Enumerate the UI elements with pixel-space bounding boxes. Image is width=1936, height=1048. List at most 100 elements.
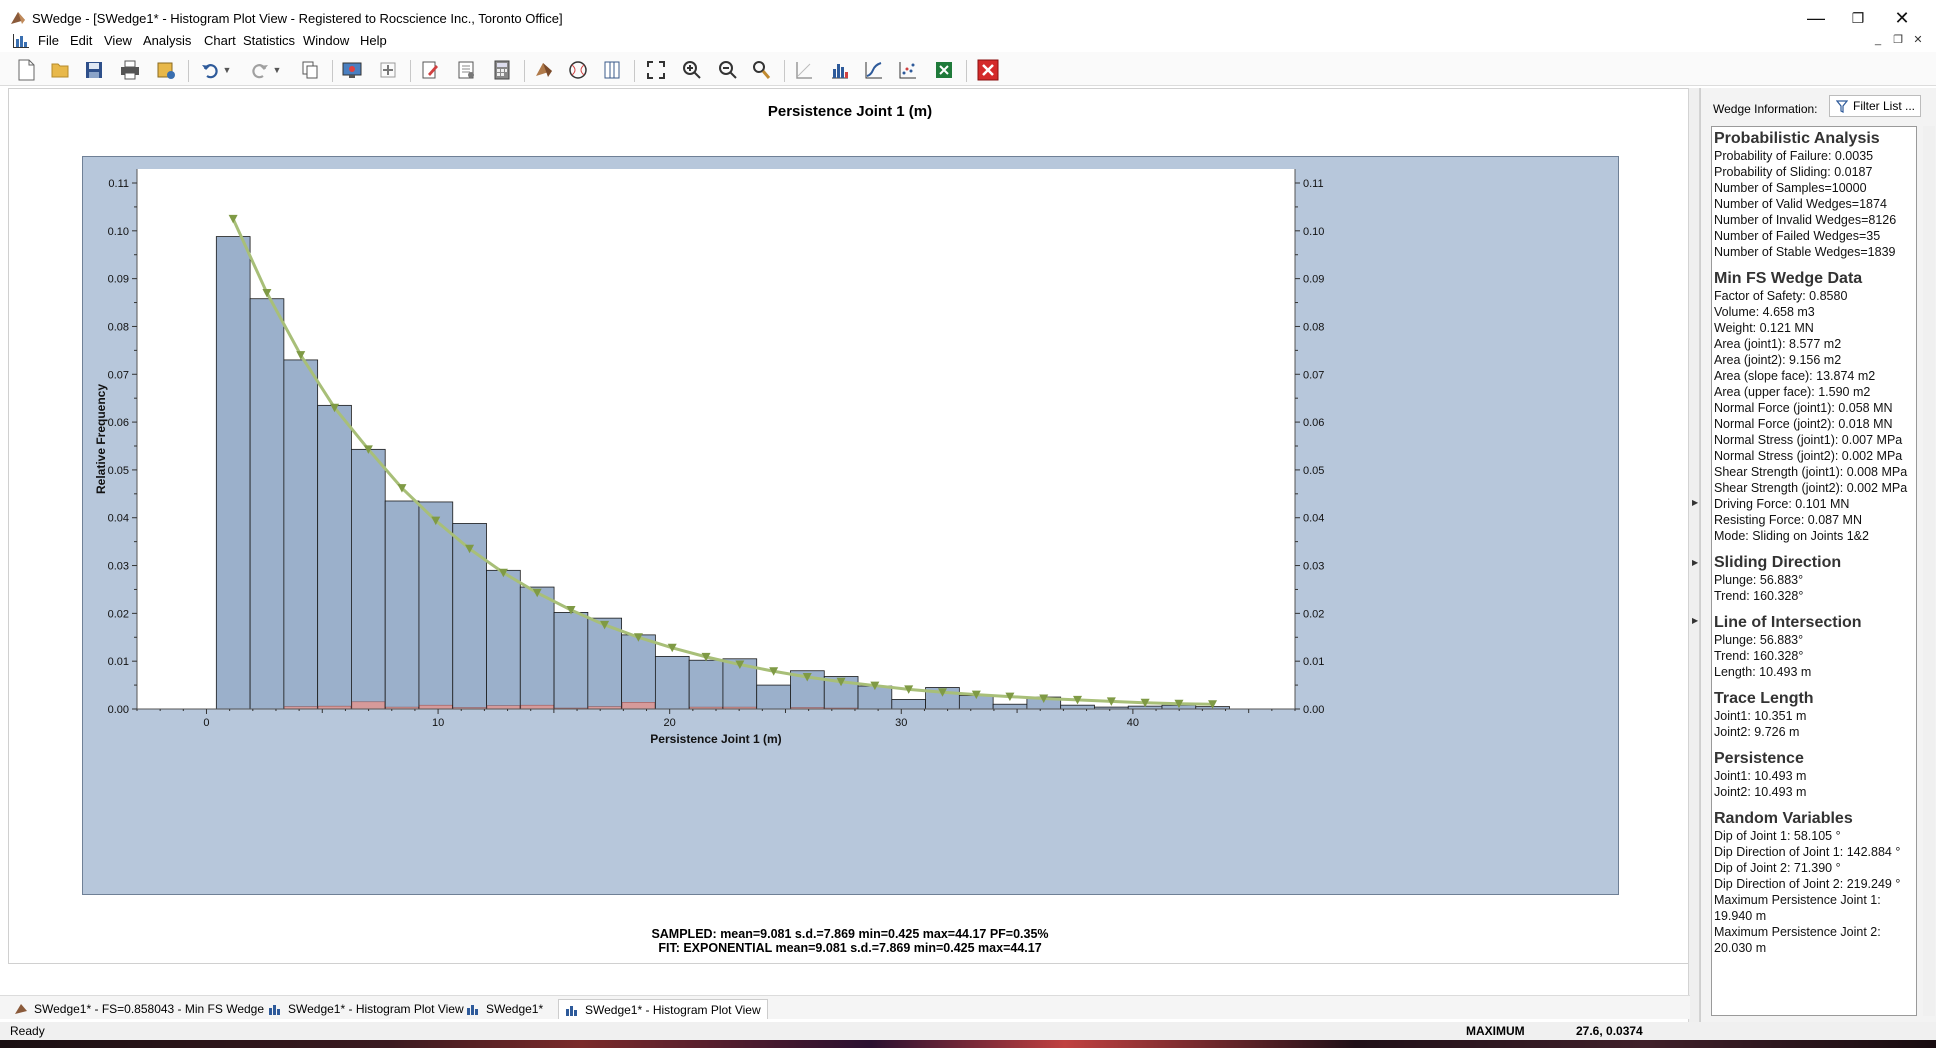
toolbar-separator — [634, 60, 635, 82]
filter-list-button[interactable]: Filter List ... — [1829, 95, 1921, 117]
info-section-title: Trace Length — [1714, 690, 1814, 707]
export-image-icon[interactable] — [152, 57, 180, 83]
edit-icon[interactable] — [416, 57, 444, 83]
histogram-icon — [566, 1005, 577, 1016]
histogram-bar[interactable] — [992, 703, 1028, 710]
histogram-bar[interactable] — [283, 359, 319, 710]
y-tick-label-right: 0.09 — [1303, 274, 1324, 286]
collapse-arrow-icon[interactable]: ▶ — [1692, 558, 1698, 567]
y-tick-label: 0.02 — [108, 608, 129, 620]
menu-help[interactable]: Help — [360, 33, 387, 48]
info-section-min-fs-wedge-data: Min FS Wedge Data Factor of Safety: 0.858… — [1714, 270, 1914, 544]
x-tick-label: 0 — [203, 717, 209, 729]
histogram-bar[interactable] — [384, 500, 420, 710]
info-line: Probability of Sliding: 0.0187 — [1714, 165, 1873, 179]
restore-button[interactable]: ❐ — [1838, 6, 1878, 30]
histogram-bar[interactable] — [1060, 704, 1095, 710]
save-icon[interactable] — [80, 57, 108, 83]
toolbar-separator — [188, 60, 189, 82]
histogram-bar[interactable] — [654, 655, 690, 710]
info-line: Joint2: 9.726 m — [1714, 725, 1800, 739]
mdi-close-button[interactable]: ✕ — [1910, 33, 1926, 47]
tab-min-fs-wedge[interactable]: SWedge1* - FS=0.858043 - Min FS Wedge — [8, 999, 270, 1019]
stereonet-icon[interactable] — [564, 57, 592, 83]
status-mode-label: MAXIMUM — [1466, 1024, 1525, 1038]
histogram-bar[interactable] — [418, 501, 454, 710]
info-line: Plunge: 56.883° — [1714, 633, 1804, 647]
zoom-out-icon[interactable] — [714, 57, 742, 83]
collapse-arrow-icon[interactable]: ▶ — [1692, 616, 1698, 625]
tab-histogram-plot-view-1[interactable]: SWedge1* - Histogram Plot View — [262, 999, 470, 1019]
close-button[interactable]: ✕ — [1882, 6, 1922, 30]
menu-statistics[interactable]: Statistics — [243, 33, 295, 48]
plot-frame[interactable]: 0.00 0.00 0.01 0.01 0.02 0.02 0.03 0.03 0.04 0.04… — [82, 156, 1619, 895]
tab-histogram-plot-view-2[interactable]: SWedge1* - Histogram Plot View — [558, 999, 768, 1019]
info-line: Normal Stress (joint2): 0.002 MPa — [1714, 449, 1903, 463]
info-line: Mode: Sliding on Joints 1&2 — [1714, 529, 1869, 543]
histogram-bar[interactable] — [351, 448, 386, 710]
zoom-in-icon[interactable] — [678, 57, 706, 83]
histogram-bar[interactable] — [891, 699, 926, 710]
wedge-information-label: Wedge Information: — [1713, 102, 1818, 116]
y-tick-label: 0.00 — [108, 704, 129, 716]
excel-export-icon[interactable] — [930, 57, 958, 83]
scatter-icon[interactable] — [894, 57, 922, 83]
redo-dropdown-icon[interactable]: ▼ — [270, 57, 284, 83]
info-section-line-of-intersection: Line of Intersection Plunge: 56.883° Trend… — [1714, 614, 1914, 680]
new-file-icon[interactable] — [12, 57, 40, 83]
undo-dropdown-icon[interactable]: ▼ — [220, 57, 234, 83]
histogram-icon[interactable] — [826, 57, 854, 83]
axes-icon[interactable] — [790, 57, 818, 83]
info-line: Normal Force (joint2): 0.018 MN — [1714, 417, 1893, 431]
menu-edit[interactable]: Edit — [70, 33, 92, 48]
info-line: Plunge: 56.883° — [1714, 573, 1804, 587]
add-icon[interactable] — [374, 57, 402, 83]
histogram-bar[interactable] — [215, 236, 251, 710]
histogram-doc-icon[interactable] — [12, 33, 30, 49]
render-icon[interactable] — [338, 57, 366, 83]
tab-swedge1[interactable]: SWedge1* — [460, 999, 549, 1019]
collapse-arrow-icon[interactable]: ▶ — [1692, 498, 1698, 507]
mdi-minimize-button[interactable]: _ — [1870, 33, 1886, 47]
info-section-probabilistic-analysis: Probabilistic Analysis Probability of Fai… — [1714, 130, 1914, 260]
copy-icon[interactable] — [296, 57, 324, 83]
info-section-title: Probabilistic Analysis — [1714, 130, 1880, 147]
calculator-icon[interactable] — [488, 57, 516, 83]
histogram-bar[interactable] — [317, 404, 352, 710]
menu-view[interactable]: View — [104, 33, 132, 48]
histogram-bar[interactable] — [587, 617, 623, 710]
menu-analysis[interactable]: Analysis — [143, 33, 191, 48]
split-view-icon[interactable] — [598, 57, 626, 83]
x-tick-label: 10 — [432, 717, 444, 729]
histogram-bar[interactable] — [519, 586, 555, 710]
zoom-extents-icon[interactable] — [642, 57, 670, 83]
mdi-restore-button[interactable]: ❐ — [1890, 33, 1906, 47]
wedge-icon[interactable] — [530, 57, 558, 83]
panel-splitter[interactable]: ▶ ▶ ▶ — [1688, 88, 1700, 1022]
minimize-button[interactable]: — — [1796, 6, 1836, 30]
histogram-bar[interactable] — [249, 298, 285, 710]
info-section-title: Random Variables — [1714, 810, 1853, 827]
cumulative-icon[interactable] — [860, 57, 888, 83]
histogram-bar[interactable] — [486, 569, 521, 710]
print-icon[interactable] — [116, 57, 144, 83]
open-folder-icon[interactable] — [46, 57, 74, 83]
info-line: Joint1: 10.351 m — [1714, 709, 1807, 723]
menu-file[interactable]: File — [38, 33, 59, 48]
wedge-info-list[interactable]: Probabilistic Analysis Probability of Fai… — [1711, 126, 1917, 1016]
properties-icon[interactable] — [452, 57, 480, 83]
fit-stats-line: FIT: EXPONENTIAL mean=9.081 s.d.=7.869 m… — [658, 941, 1042, 955]
pan-icon[interactable] — [748, 57, 776, 83]
info-section-title: Persistence — [1714, 750, 1804, 767]
info-line: Volume: 4.658 m3 — [1714, 305, 1815, 319]
info-scrollbar[interactable] — [1923, 126, 1935, 1016]
close-view-icon[interactable] — [974, 57, 1002, 83]
histogram-bar[interactable] — [621, 634, 656, 710]
menu-window[interactable]: Window — [303, 33, 349, 48]
histogram-bar[interactable] — [553, 612, 589, 710]
window-title: SWedge - [SWedge1* - Histogram Plot View… — [32, 11, 563, 26]
menu-chart[interactable]: Chart — [204, 33, 236, 48]
histogram-bar[interactable] — [688, 659, 724, 710]
info-section-sliding-direction: Sliding Direction Plunge: 56.883° Trend: 1… — [1714, 554, 1914, 604]
histogram-bar[interactable] — [756, 684, 791, 710]
